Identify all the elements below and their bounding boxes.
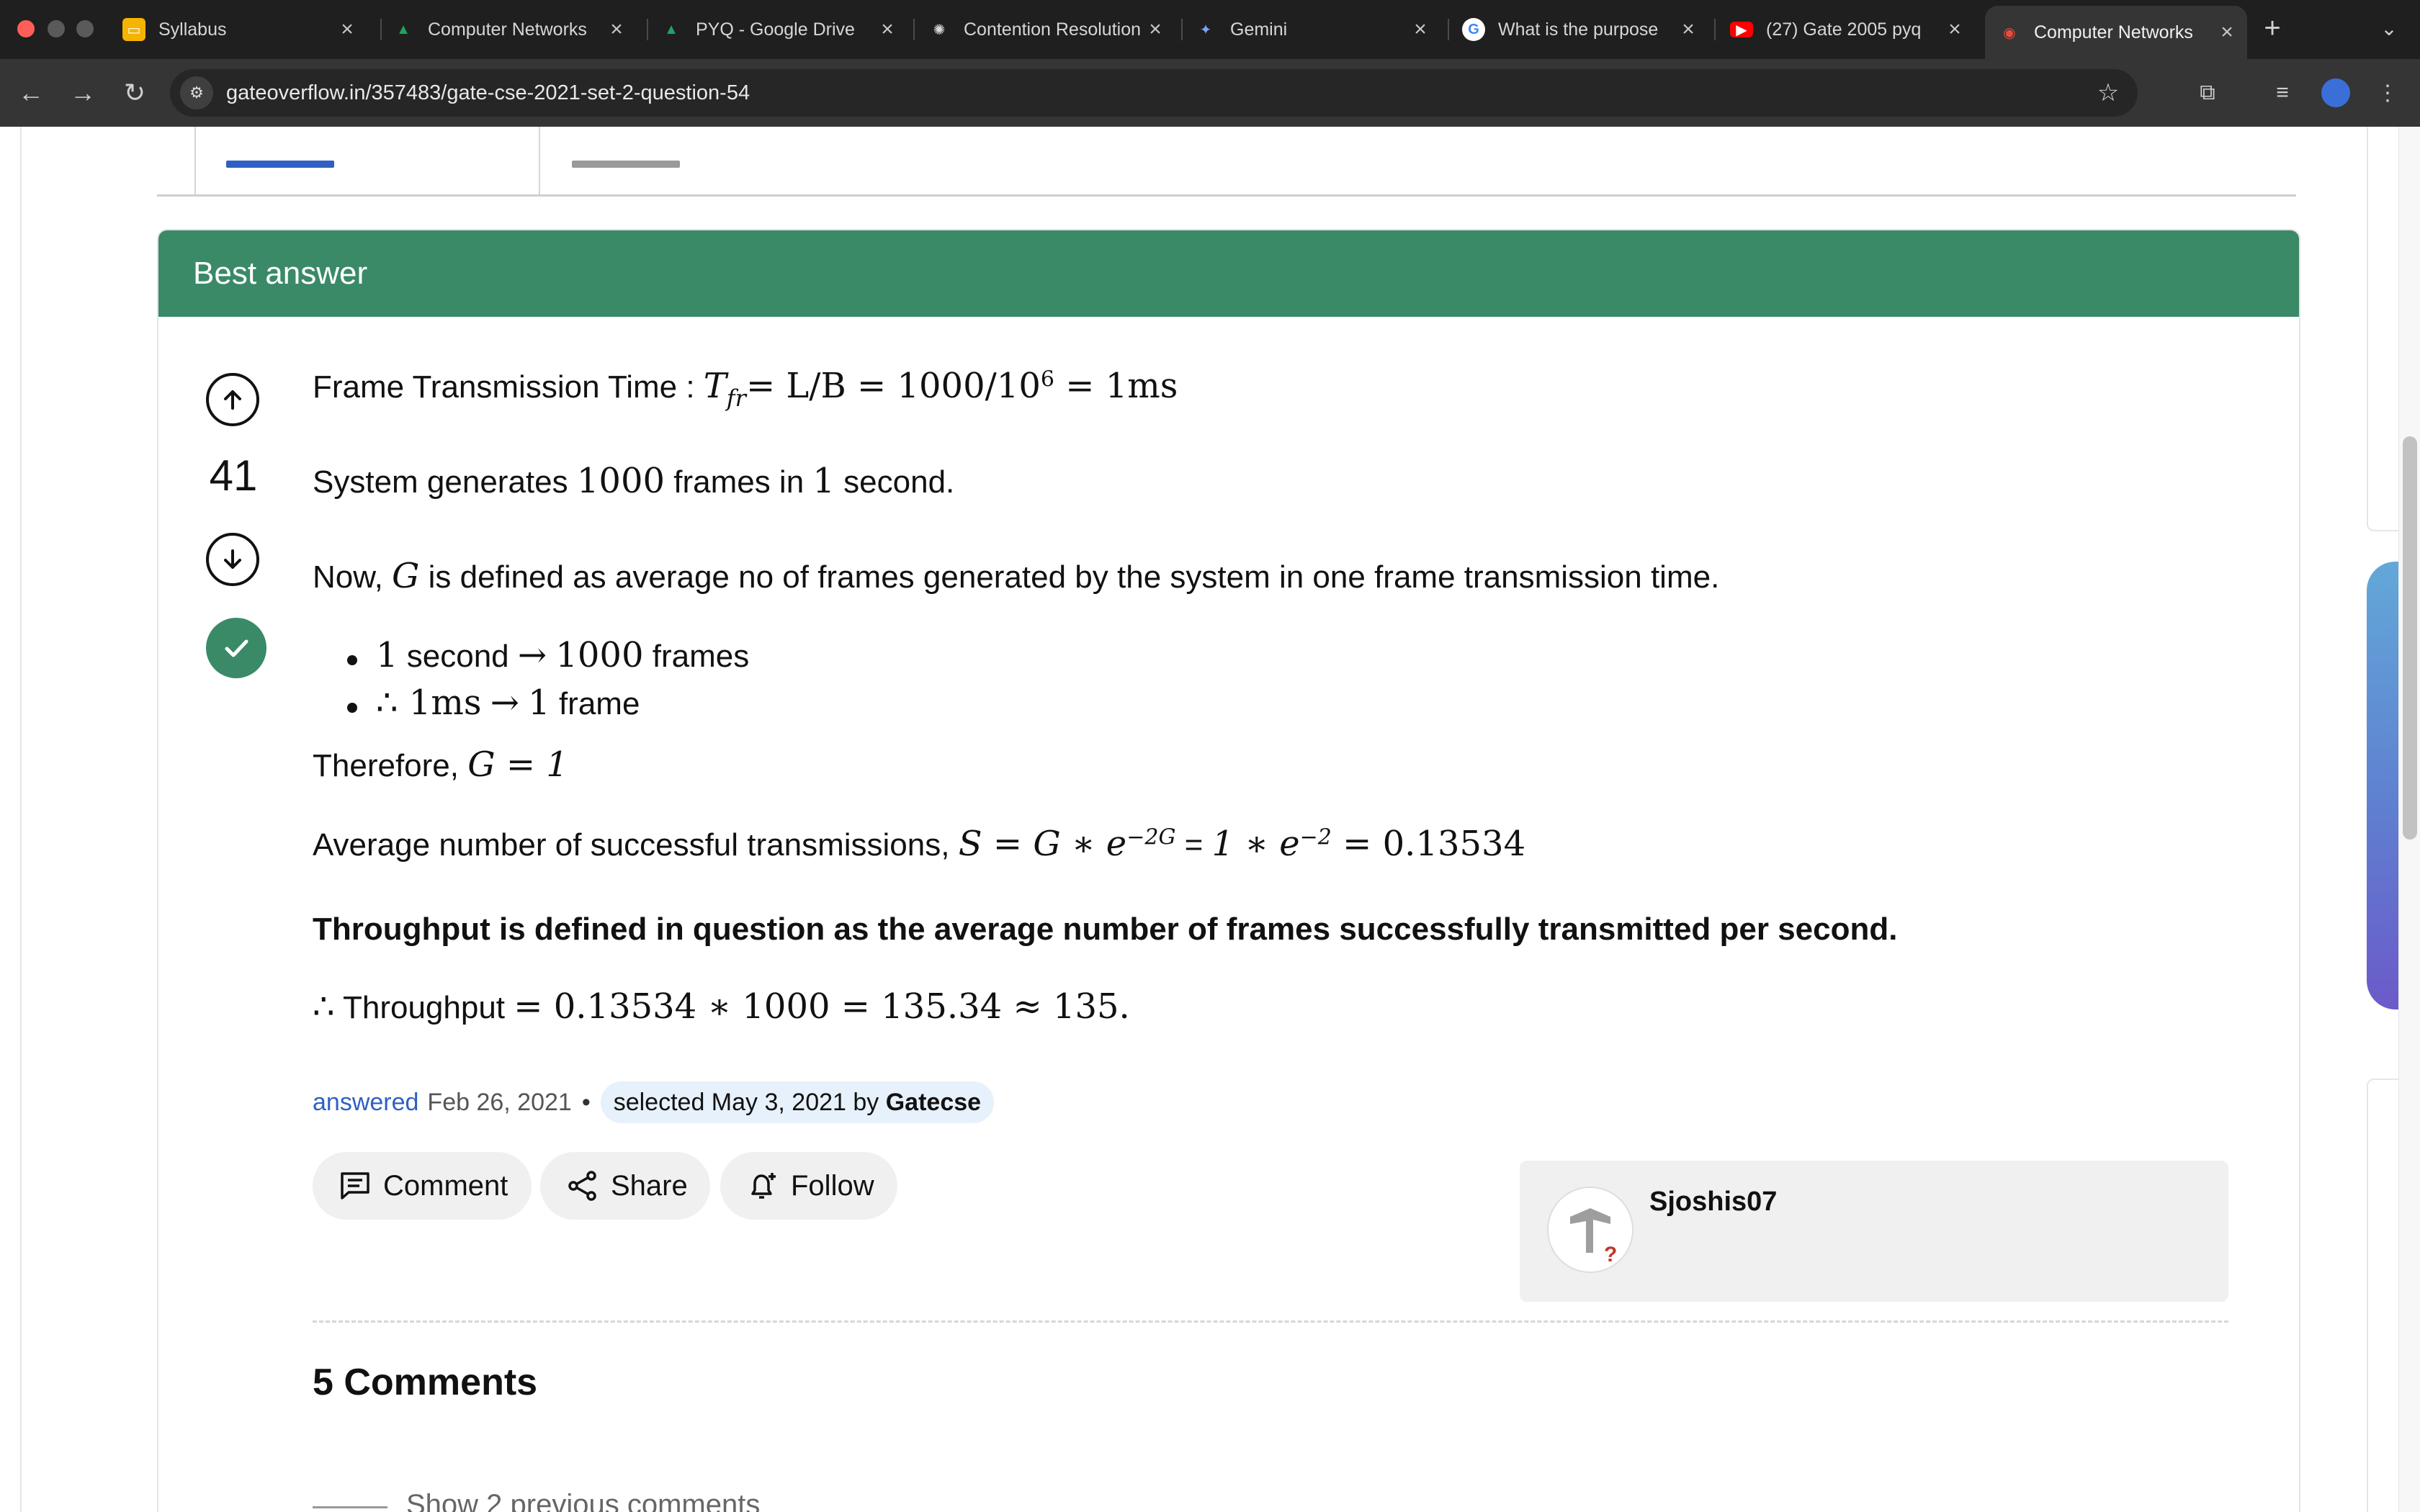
browser-tab[interactable]: ▭ Syllabus × (109, 7, 367, 52)
maximize-window-button[interactable] (76, 20, 94, 37)
tab-search-icon[interactable]: ⌄ (2371, 10, 2407, 46)
avatar[interactable]: ? (1547, 1187, 1634, 1273)
close-tab-icon[interactable]: × (1674, 17, 1703, 42)
browser-tab[interactable]: ✺ Contention Resolution × (915, 7, 1175, 52)
new-tab-button[interactable]: + (2254, 10, 2290, 46)
browser-tab[interactable]: ✦ Gemini × (1181, 7, 1440, 52)
close-tab-icon[interactable]: × (1940, 17, 1969, 42)
upvote-button[interactable] (206, 373, 259, 426)
drive-icon: ▲ (664, 21, 678, 37)
browser-tab-active[interactable]: ◉ Computer Networks × (1985, 6, 2247, 59)
share-button[interactable]: Share (540, 1152, 710, 1220)
extensions-icon[interactable]: ⧉ (2190, 75, 2226, 111)
openai-icon: ✺ (933, 22, 946, 38)
best-answer-header: Best answer (158, 230, 2299, 317)
answer-line-frames-per-second: System generates 1000 frames in 1 second… (313, 461, 955, 501)
browser-toolbar: ← → ↻ ⚙ gateoverflow.in/357483/gate-cse-… (0, 59, 2420, 127)
tab-answers-indicator (226, 161, 334, 168)
google-icon: G (1462, 18, 1485, 41)
address-bar[interactable]: ⚙ gateoverflow.in/357483/gate-cse-2021-s… (170, 69, 2138, 117)
best-answer-check-icon (206, 618, 266, 678)
svg-text:?: ? (1604, 1243, 1617, 1266)
comment-button[interactable]: Comment (313, 1152, 532, 1220)
close-window-button[interactable] (17, 20, 35, 37)
arrow-down-icon (224, 549, 241, 569)
media-controls-icon[interactable]: ≡ (2264, 75, 2300, 111)
vote-count: 41 (209, 451, 258, 500)
bookmark-star-icon[interactable]: ☆ (2090, 75, 2126, 111)
minimize-window-button[interactable] (48, 20, 65, 37)
browser-tab[interactable]: G What is the purpose × (1449, 7, 1708, 52)
url-text[interactable]: gateoverflow.in/357483/gate-cse-2021-set… (226, 69, 750, 117)
divider (313, 1320, 2228, 1323)
show-previous-comments-link[interactable]: Show 2 previous comments (406, 1489, 760, 1512)
scrollbar-thumb[interactable] (2403, 436, 2417, 840)
comments-heading: 5 Comments (313, 1362, 538, 1403)
answer-line-successful-transmissions: Average number of successful transmissio… (313, 824, 1526, 864)
bullet-item: 1 second → 1000 frames (376, 635, 750, 675)
youtube-icon: ▶ (1730, 22, 1753, 38)
browser-tab[interactable]: ▲ PYQ - Google Drive × (647, 7, 908, 52)
forward-icon[interactable]: → (65, 75, 101, 111)
answer-tabs (157, 127, 2296, 197)
answer-line-g-definition: Now, G is defined as average no of frame… (313, 556, 1720, 596)
bullet-item: ∴ 1ms → 1 frame (376, 683, 640, 723)
close-tab-icon[interactable]: × (1406, 17, 1435, 42)
bullet-dot (347, 655, 357, 665)
browser-tab[interactable]: ▶ (27) Gate 2005 pyq × (1717, 7, 1975, 52)
user-name[interactable]: Sjoshis07 (1649, 1187, 1777, 1218)
bell-plus-icon (745, 1168, 781, 1204)
close-tab-icon[interactable]: × (2213, 20, 2241, 45)
tab-other-indicator[interactable] (572, 161, 680, 168)
reload-icon[interactable]: ↻ (117, 75, 153, 111)
close-tab-icon[interactable]: × (1141, 17, 1170, 42)
share-icon (565, 1168, 601, 1204)
selected-badge: selected May 3, 2021 by Gatecse (600, 1081, 995, 1123)
arrow-up-icon (224, 390, 241, 410)
answered-link[interactable]: answered (313, 1089, 418, 1117)
page-content: Best answer 41 Frame Transmission Time :… (0, 127, 2420, 1512)
page-scrollbar[interactable] (2398, 127, 2420, 1512)
follow-button[interactable]: Follow (720, 1152, 897, 1220)
gemini-icon: ✦ (1199, 22, 1212, 38)
selected-by-user[interactable]: Gatecse (886, 1089, 981, 1116)
back-icon[interactable]: ← (13, 75, 49, 111)
close-tab-icon[interactable]: × (602, 17, 631, 42)
answer-line-throughput-definition: Throughput is defined in question as the… (313, 912, 1898, 947)
close-tab-icon[interactable]: × (873, 17, 902, 42)
best-answer-card: Best answer 41 (157, 229, 2300, 1512)
site-settings-icon[interactable]: ⚙ (180, 76, 213, 109)
comment-icon (337, 1168, 373, 1204)
answer-line-g-value: Therefore, G = 1 (313, 744, 568, 785)
tab-strip: ▭ Syllabus × ▲ Computer Networks × ▲ PYQ… (0, 0, 2420, 59)
bullet-dot (347, 703, 357, 713)
close-tab-icon[interactable]: × (333, 17, 362, 42)
answer-line-frame-time: Frame Transmission Time : Tfr= L/B = 100… (313, 366, 1178, 412)
slides-icon: ▭ (122, 18, 145, 41)
drive-icon: ▲ (396, 21, 411, 37)
answer-meta: answered Feb 26, 2021 • selected May 3, … (313, 1081, 995, 1123)
downvote-button[interactable] (206, 533, 259, 586)
user-card: ? Sjoshis07 (1520, 1161, 2228, 1302)
profile-avatar[interactable] (2318, 75, 2354, 111)
divider (313, 1506, 387, 1508)
browser-menu-icon[interactable]: ⋮ (2370, 75, 2406, 111)
gateoverflow-icon: ◉ (2003, 24, 2016, 41)
answered-date: Feb 26, 2021 (427, 1088, 572, 1116)
answer-line-throughput-result: ∴ Throughput = 0.13534 ∗ 1000 = 135.34 ≈… (313, 986, 1130, 1027)
browser-tab[interactable]: ▲ Computer Networks × (379, 7, 637, 52)
